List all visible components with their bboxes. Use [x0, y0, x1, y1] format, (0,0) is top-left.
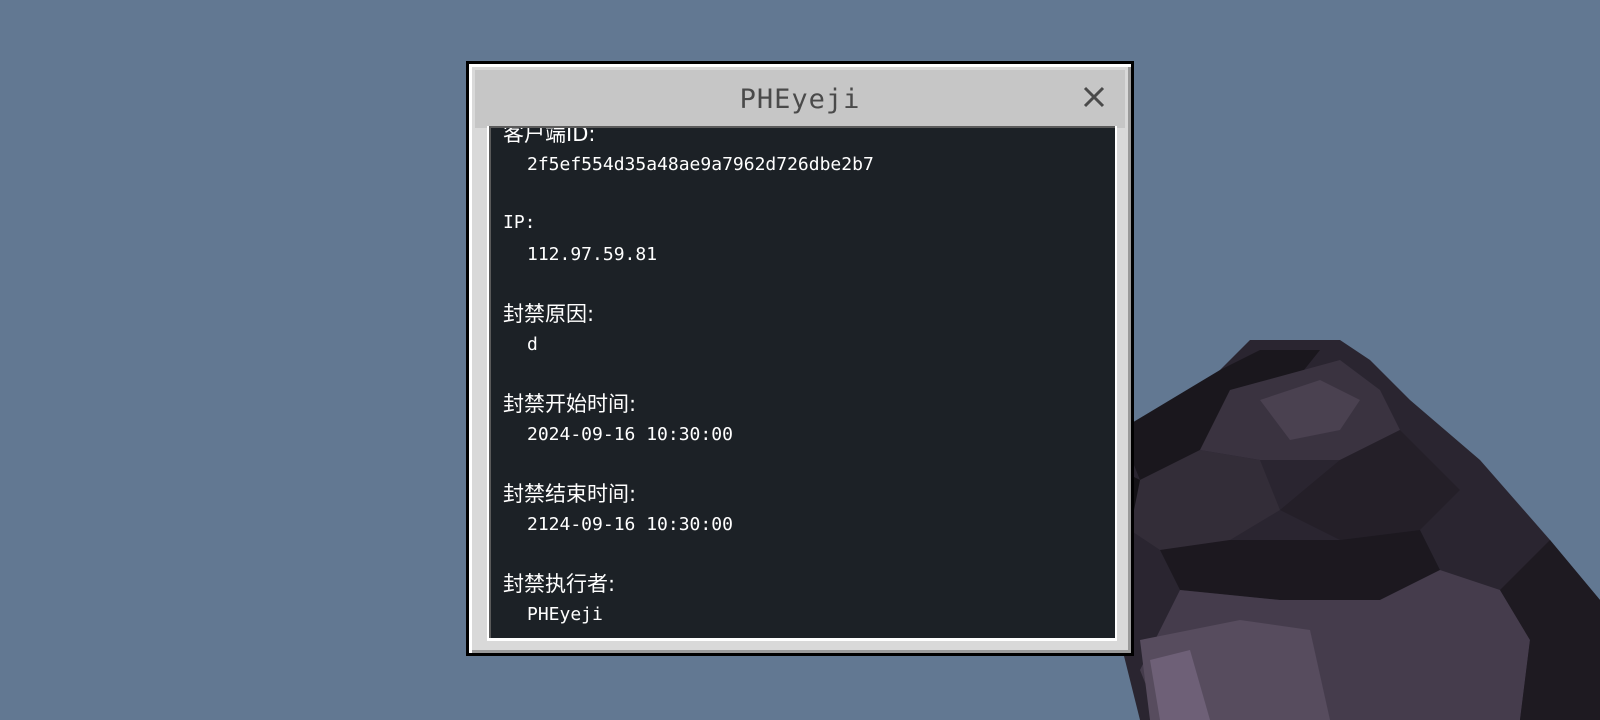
- field-label: 封禁原因:: [503, 302, 595, 326]
- field-value: 112.97.59.81: [527, 244, 658, 265]
- ban-info-dialog: PHEyeji 客户端ID: 2f5ef554d35a48ae9a7962d72…: [466, 61, 1134, 656]
- ban-details-panel[interactable]: 客户端ID: 2f5ef554d35a48ae9a7962d726dbe2b7 …: [489, 126, 1115, 638]
- field-client-id: 客户端ID: 2f5ef554d35a48ae9a7962d726dbe2b7: [503, 126, 1103, 200]
- dialog-title: PHEyeji: [739, 84, 861, 115]
- content-frame: 客户端ID: 2f5ef554d35a48ae9a7962d726dbe2b7 …: [487, 126, 1117, 641]
- dialog-title-bar: PHEyeji: [475, 70, 1125, 128]
- field-ip: IP: 112.97.59.81: [503, 200, 1103, 290]
- field-value: 2024-09-16 10:30:00: [527, 424, 733, 445]
- field-label: 封禁开始时间:: [503, 392, 637, 416]
- field-value: d: [527, 334, 538, 355]
- field-label: 客户端ID:: [503, 126, 596, 146]
- player-hand: [1080, 340, 1600, 720]
- field-value: PHEyeji: [527, 604, 603, 625]
- field-label: 封禁执行者:: [503, 572, 616, 596]
- close-icon: [1081, 84, 1107, 110]
- field-ban-start-time: 封禁开始时间: 2024-09-16 10:30:00: [503, 380, 1103, 470]
- field-value: 2124-09-16 10:30:00: [527, 514, 733, 535]
- field-list: 客户端ID: 2f5ef554d35a48ae9a7962d726dbe2b7 …: [503, 126, 1103, 638]
- field-ban-reason: 封禁原因: d: [503, 290, 1103, 380]
- field-ban-end-time: 封禁结束时间: 2124-09-16 10:30:00: [503, 470, 1103, 560]
- field-label: IP:: [503, 212, 536, 233]
- close-button[interactable]: [1081, 84, 1107, 110]
- field-ban-executor: 封禁执行者: PHEyeji: [503, 560, 1103, 638]
- field-value: 2f5ef554d35a48ae9a7962d726dbe2b7: [527, 154, 874, 175]
- field-label: 封禁结束时间:: [503, 482, 637, 506]
